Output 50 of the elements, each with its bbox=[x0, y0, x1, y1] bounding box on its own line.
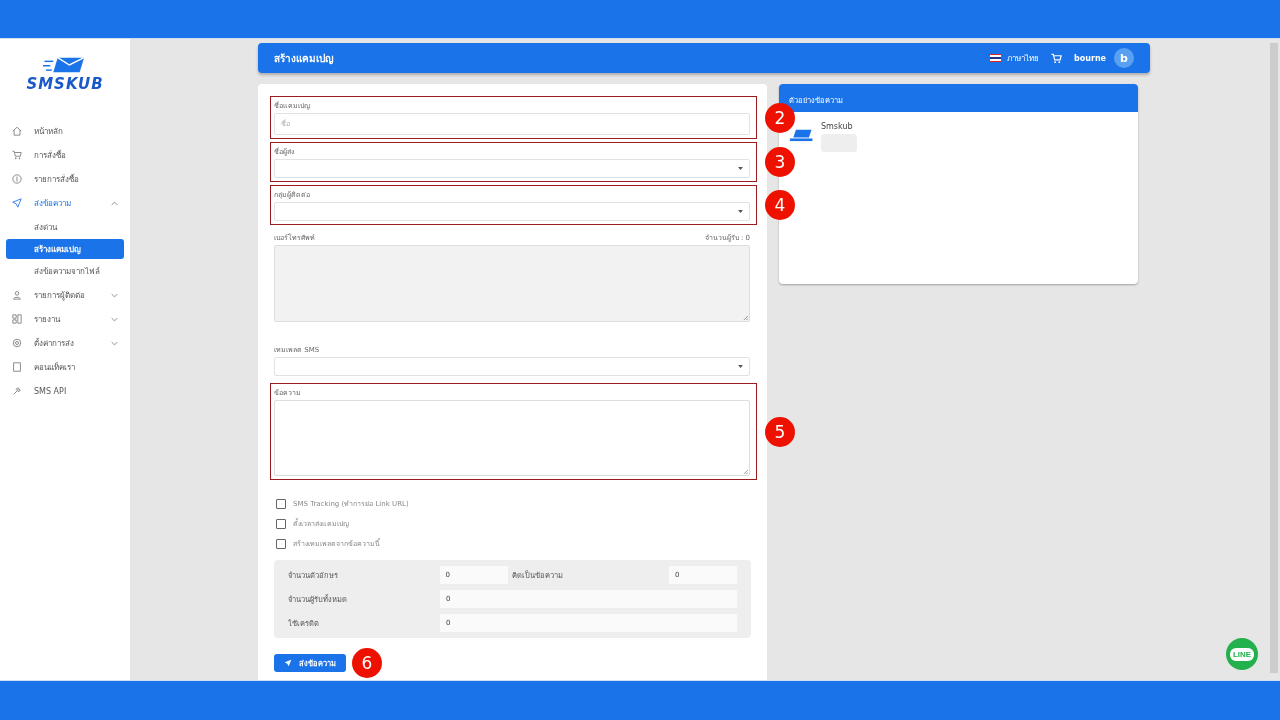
sidebar-item[interactable]: คอนแท็คเรา bbox=[0, 355, 130, 379]
sidebar-item[interactable]: รายการผู้ติดต่อ bbox=[0, 283, 130, 307]
coin-icon bbox=[12, 174, 22, 184]
sender-name: Smskub bbox=[821, 122, 854, 131]
cart-icon[interactable] bbox=[1051, 52, 1062, 64]
step-marker: 5 bbox=[765, 416, 795, 447]
scrollbar[interactable] bbox=[1270, 43, 1278, 673]
sidebar-item[interactable]: รายงาน bbox=[0, 307, 130, 331]
home-icon bbox=[12, 126, 22, 136]
dropdown[interactable] bbox=[274, 202, 750, 221]
resize-grip-icon bbox=[743, 315, 748, 320]
step-marker: 3 bbox=[765, 147, 795, 177]
username[interactable]: bourne bbox=[1074, 53, 1106, 63]
chevron-icon bbox=[111, 316, 118, 322]
send-icon bbox=[284, 659, 292, 667]
sidebar-item[interactable]: รายการสั่งซื้อ bbox=[0, 167, 130, 191]
caret-icon bbox=[738, 167, 743, 170]
resize-grip-icon bbox=[743, 469, 748, 474]
sidebar-subitem[interactable]: ส่งข้อความจากไฟล์ bbox=[6, 261, 124, 281]
sidebar-item[interactable]: การสั่งซื้อ bbox=[0, 143, 130, 167]
cart-icon bbox=[12, 150, 22, 160]
chevron-icon bbox=[111, 292, 118, 298]
flag-icon bbox=[990, 54, 1001, 62]
send-icon bbox=[12, 198, 22, 208]
person-icon bbox=[12, 290, 22, 300]
checkbox[interactable] bbox=[276, 538, 286, 549]
sidebar-subitem[interactable]: ส่งด่วน bbox=[6, 217, 124, 237]
sidebar-item[interactable]: ตั้งค่าการส่ง bbox=[0, 331, 130, 355]
sidebar-item[interactable]: หน้าหลัก bbox=[0, 119, 130, 143]
text-area[interactable] bbox=[274, 400, 750, 476]
book-icon bbox=[12, 362, 22, 372]
checkbox[interactable] bbox=[276, 498, 286, 509]
sidebar-item[interactable]: SMS API bbox=[0, 379, 130, 403]
chevron-icon bbox=[111, 340, 118, 346]
settings-icon bbox=[12, 338, 22, 348]
sidebar-item[interactable]: ส่งข้อความ bbox=[0, 191, 130, 215]
language-link[interactable]: ภาษาไทย bbox=[1007, 51, 1039, 65]
grid-icon bbox=[12, 314, 22, 324]
chevron-icon bbox=[111, 200, 118, 206]
step-marker: 4 bbox=[765, 190, 795, 220]
caret-icon bbox=[738, 365, 743, 368]
sidebar-subitem[interactable]: สร้างแคมเปญ bbox=[6, 239, 124, 259]
caret-icon bbox=[738, 210, 743, 213]
dropdown[interactable] bbox=[274, 159, 750, 178]
step-marker: 2 bbox=[765, 102, 795, 133]
checkbox[interactable] bbox=[276, 518, 286, 529]
page-title: สร้างแคมเปญ bbox=[274, 51, 334, 66]
logo: SMSKUB bbox=[0, 55, 130, 93]
dropdown[interactable] bbox=[274, 357, 750, 376]
step-marker: 6 bbox=[352, 648, 382, 678]
